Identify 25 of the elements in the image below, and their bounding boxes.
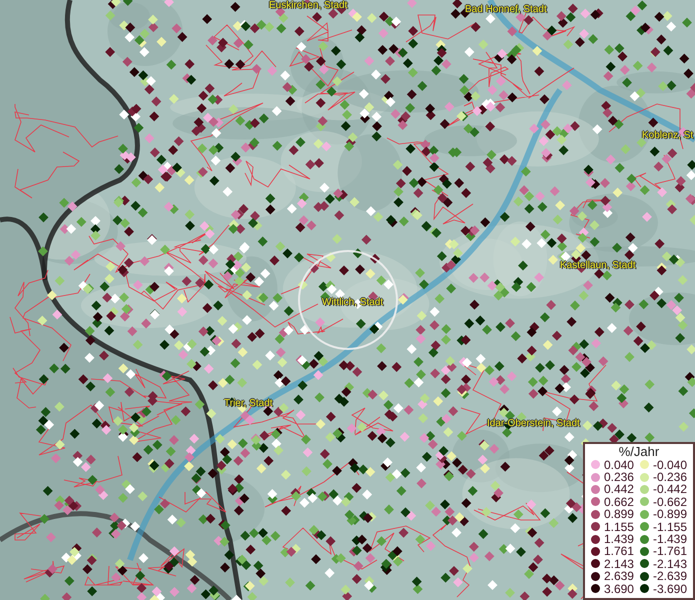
- legend-value: 2.639: [604, 570, 634, 583]
- legend-value: -0.899: [652, 508, 687, 521]
- legend-value: -2.639: [652, 570, 687, 583]
- legend-value: -0.442: [652, 483, 687, 496]
- legend-value: 0.236: [604, 470, 634, 484]
- place-label: Wittlich, Stadt: [322, 297, 384, 308]
- legend-value: -3.690: [652, 582, 687, 595]
- legend-value: -0.662: [652, 496, 687, 508]
- legend-value: 3.690: [604, 582, 634, 595]
- legend-title: %/Jahr: [618, 444, 660, 459]
- legend-value: 1.155: [604, 520, 634, 533]
- legend-value: 0.442: [604, 483, 634, 496]
- legend-value: -1.761: [652, 545, 687, 558]
- legend-value: -1.155: [652, 520, 687, 533]
- legend-value: 0.662: [604, 496, 634, 508]
- place-label: Bad Honnef, Stadt: [465, 4, 547, 15]
- legend-value: 1.439: [604, 532, 634, 546]
- legend-value: -1.439: [652, 532, 687, 546]
- legend-value: 0.899: [604, 508, 634, 521]
- legend-value: 0.040: [604, 458, 634, 471]
- legend-value: 1.761: [604, 545, 634, 558]
- legend-value: -0.040: [652, 458, 687, 471]
- legend-value: -0.236: [652, 470, 687, 484]
- legend-value: 2.143: [604, 558, 634, 570]
- legend-value: -2.143: [652, 558, 687, 570]
